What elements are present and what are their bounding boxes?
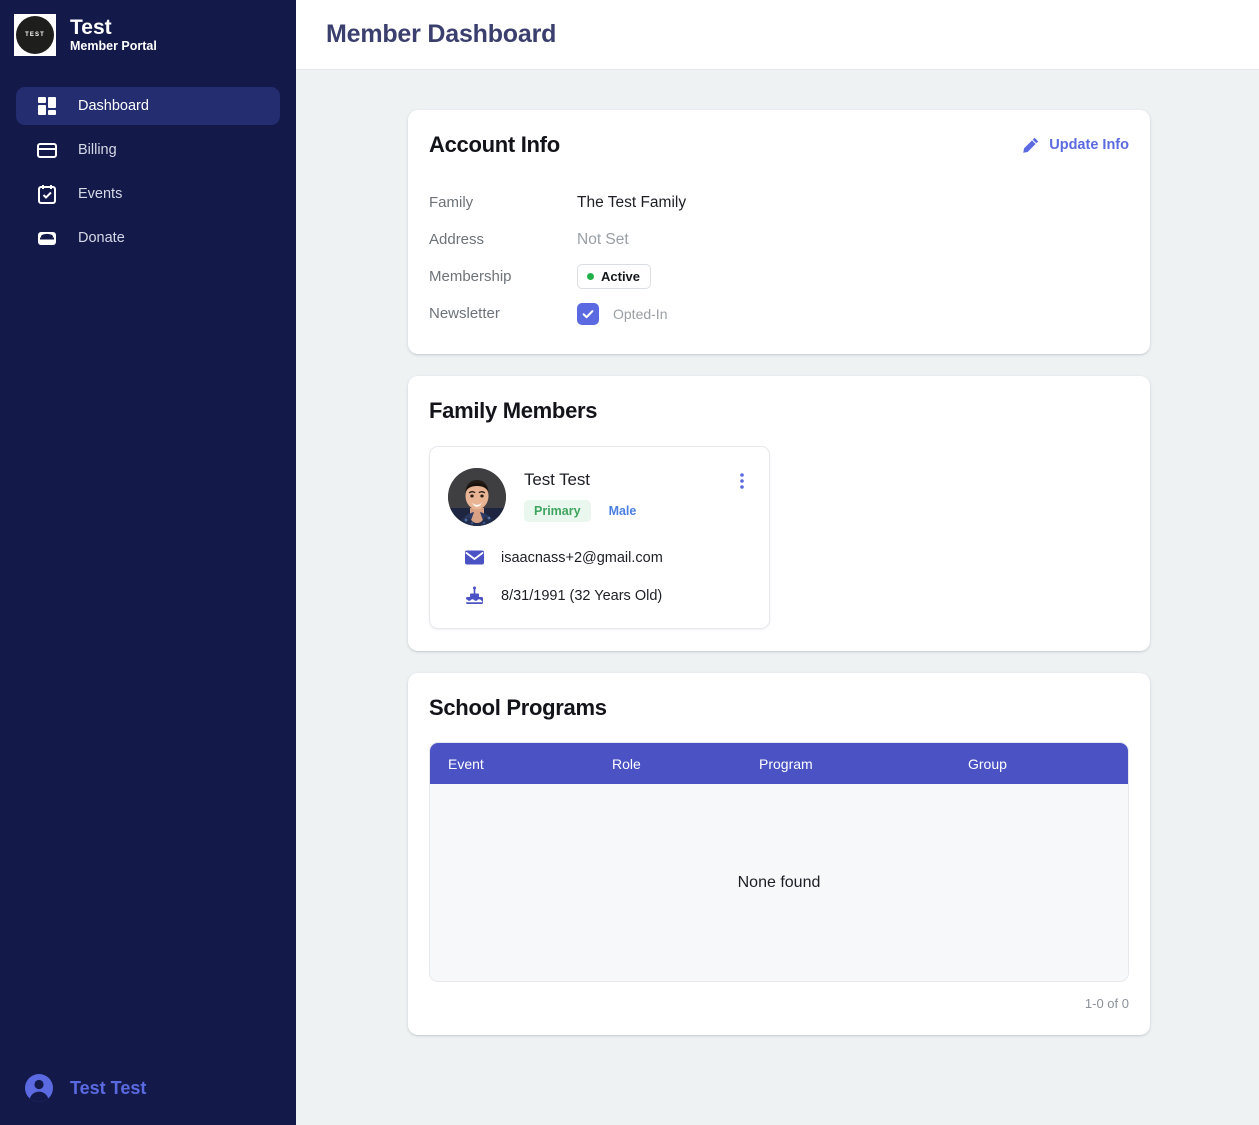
status-badge-label: Active [601, 269, 640, 284]
sidebar-nav: Dashboard Billing [0, 87, 296, 257]
status-dot-icon [587, 273, 594, 280]
email-icon [464, 547, 485, 568]
account-info-title: Account Info [429, 132, 560, 158]
sidebar-item-label: Events [78, 186, 122, 202]
app-root: TEST Test Member Portal Dashboard [0, 0, 1259, 1125]
update-info-button[interactable]: Update Info [1022, 132, 1129, 154]
info-row-family: Family The Test Family [429, 184, 1129, 221]
pencil-icon [1022, 136, 1040, 154]
family-members-title: Family Members [429, 398, 1129, 424]
user-circle-icon [24, 1073, 54, 1103]
table-pagination: 1-0 of 0 [429, 982, 1129, 1013]
main-area: Member Dashboard Account Info Update Inf… [296, 0, 1259, 1125]
member-more-options-icon[interactable] [733, 468, 751, 488]
info-row-newsletter: Newsletter Opted-In [429, 295, 1129, 332]
table-column-header-event[interactable]: Event [448, 756, 612, 772]
member-role-badge: Primary [524, 500, 591, 522]
newsletter-value: Opted-In [577, 303, 667, 325]
school-programs-table: Event Role Program Group None found [429, 742, 1129, 982]
account-info-header: Account Info Update Info [429, 132, 1129, 158]
info-label: Family [429, 194, 577, 211]
credit-card-icon [36, 139, 58, 161]
brand-subtitle: Member Portal [70, 40, 157, 54]
info-label: Membership [429, 268, 577, 285]
sidebar-item-donate[interactable]: Donate [16, 219, 280, 257]
pagination-range-label: 1-0 of 0 [1085, 996, 1129, 1011]
member-email: isaacnass+2@gmail.com [501, 550, 663, 566]
wallet-icon [36, 227, 58, 249]
birthday-cake-icon [464, 585, 485, 606]
table-body: None found [430, 784, 1128, 981]
page-title: Member Dashboard [326, 20, 556, 49]
sidebar: TEST Test Member Portal Dashboard [0, 0, 296, 1125]
sidebar-item-billing[interactable]: Billing [16, 131, 280, 169]
update-info-label: Update Info [1049, 137, 1129, 153]
sidebar-user-name: Test Test [70, 1078, 146, 1099]
info-label: Address [429, 231, 577, 248]
sidebar-item-dashboard[interactable]: Dashboard [16, 87, 280, 125]
sidebar-item-label: Donate [78, 230, 125, 246]
school-programs-title: School Programs [429, 695, 1129, 721]
brand-text: Test Member Portal [70, 16, 157, 54]
account-info-card: Account Info Update Info Family [408, 110, 1150, 354]
info-row-membership: Membership Active [429, 258, 1129, 295]
table-header-row: Event Role Program Group [430, 743, 1128, 784]
member-top: Test Test Primary Male [448, 468, 751, 526]
info-value-family: The Test Family [577, 194, 686, 212]
app-logo: TEST [14, 14, 56, 56]
family-members-card: Family Members [408, 376, 1150, 651]
school-programs-card: School Programs Event Role Program Group… [408, 673, 1150, 1035]
member-birthday-row: 8/31/1991 (32 Years Old) [464, 585, 751, 606]
family-member-item[interactable]: Test Test Primary Male [429, 446, 770, 629]
info-label: Newsletter [429, 305, 577, 322]
sidebar-item-events[interactable]: Events [16, 175, 280, 213]
member-gender-badge: Male [607, 500, 639, 522]
newsletter-status-label: Opted-In [613, 306, 667, 322]
newsletter-checkbox[interactable] [577, 303, 599, 325]
account-info-rows: Family The Test Family Address Not Set M… [429, 184, 1129, 332]
member-email-row: isaacnass+2@gmail.com [464, 547, 751, 568]
sidebar-item-label: Dashboard [78, 98, 149, 114]
sidebar-item-label: Billing [78, 142, 117, 158]
table-column-header-program[interactable]: Program [759, 756, 968, 772]
member-identity: Test Test Primary Male [524, 468, 715, 522]
table-column-header-group[interactable]: Group [968, 756, 1128, 772]
logo-text: TEST [25, 32, 45, 38]
status-badge: Active [577, 264, 651, 289]
brand: TEST Test Member Portal [0, 0, 296, 70]
logo-circle: TEST [16, 16, 54, 54]
table-column-header-role[interactable]: Role [612, 756, 759, 772]
calendar-check-icon [36, 183, 58, 205]
brand-title: Test [70, 16, 157, 39]
avatar [448, 468, 506, 526]
info-value-address: Not Set [577, 231, 629, 249]
member-birthday: 8/31/1991 (32 Years Old) [501, 588, 662, 604]
info-row-address: Address Not Set [429, 221, 1129, 258]
top-bar: Member Dashboard [296, 0, 1259, 70]
content-scroll: Account Info Update Info Family [296, 70, 1259, 1125]
member-details: isaacnass+2@gmail.com [448, 547, 751, 606]
table-empty-message: None found [738, 874, 821, 892]
dashboard-grid-icon [36, 95, 58, 117]
member-tags: Primary Male [524, 500, 715, 522]
sidebar-user-profile[interactable]: Test Test [0, 1055, 296, 1125]
member-name: Test Test [524, 470, 715, 490]
